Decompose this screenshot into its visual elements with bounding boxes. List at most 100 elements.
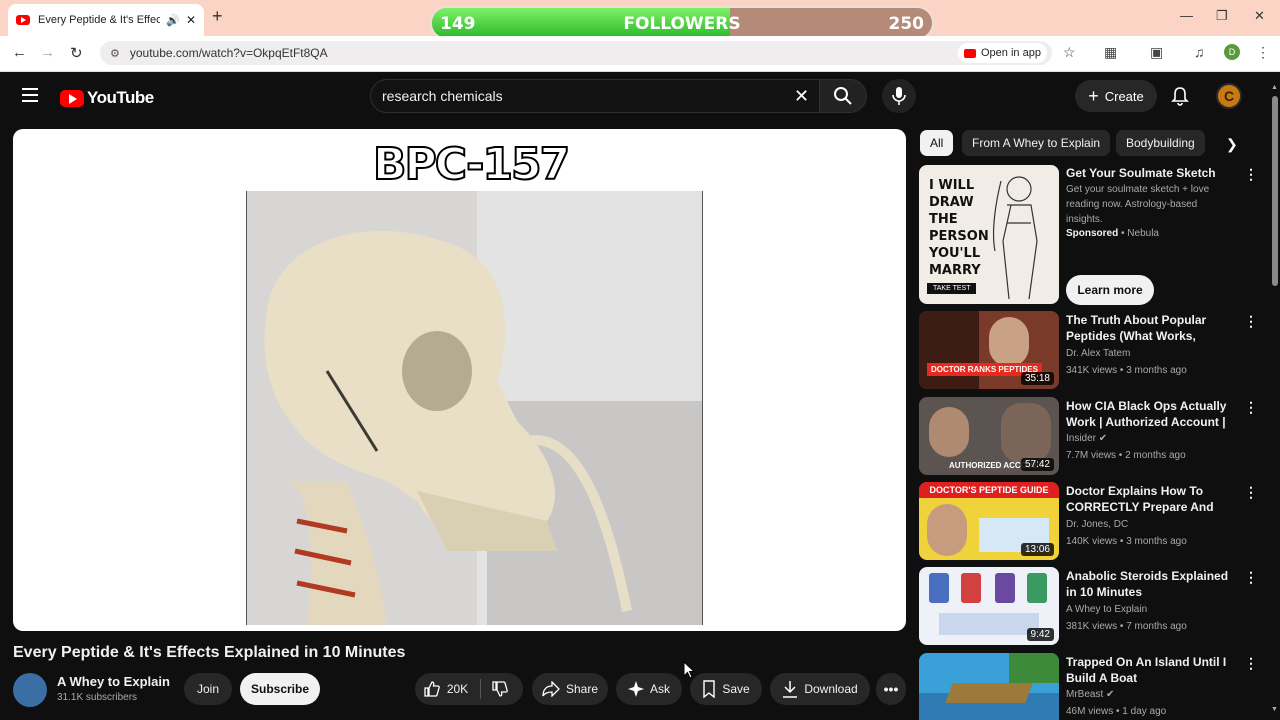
video-meta: 46M views • 1 day ago (1066, 706, 1167, 717)
youtube-logo-text: YouTube (87, 88, 154, 107)
share-button[interactable]: Share (532, 673, 608, 705)
video-menu-icon[interactable]: ⋮ (1244, 655, 1258, 672)
channel-name[interactable]: Insider ✔ (1066, 433, 1107, 444)
search-icon (834, 87, 852, 105)
scroll-up-icon[interactable]: ▲ (1271, 84, 1278, 91)
subscribe-button[interactable]: Subscribe (240, 673, 320, 705)
speaker-icon[interactable]: 🔊 (166, 14, 180, 27)
channel-name[interactable]: A Whey to Explain (1066, 604, 1147, 615)
create-label: Create (1104, 88, 1144, 104)
ad-thumbnail-text: I WILL DRAW THE PERSON YOU'LL MARRY (929, 178, 989, 278)
video-menu-icon[interactable]: ⋮ (1244, 313, 1258, 330)
mouse-cursor-icon (683, 661, 695, 679)
video-meta: 140K views • 3 months ago (1066, 536, 1187, 547)
video-duration: 35:18 (1020, 372, 1054, 385)
video-meta: 7.7M views • 2 months ago (1066, 450, 1186, 461)
thumbs-down-icon[interactable] (491, 680, 509, 698)
notifications-button[interactable] (1170, 86, 1190, 111)
create-button[interactable]: + Create (1075, 80, 1157, 112)
video-title-link[interactable]: Anabolic Steroids Explained in 10 Minute… (1066, 568, 1236, 600)
channel-name[interactable]: Dr. Jones, DC (1066, 519, 1128, 530)
new-tab-icon[interactable]: + (212, 6, 223, 27)
video-thumbnail[interactable]: DOCTOR RANKS PEPTIDES 35:18 (919, 311, 1059, 389)
skeleton-image (247, 191, 702, 625)
more-horizontal-icon: ••• (883, 681, 899, 697)
like-dislike-group[interactable]: 20K (415, 673, 523, 705)
window-close-icon[interactable]: ✕ (1254, 8, 1265, 24)
video-frame[interactable] (246, 191, 703, 625)
video-thumbnail[interactable]: AUTHORIZED ACCOUNT 57:42 (919, 397, 1059, 475)
video-title-link[interactable]: How CIA Black Ops Actually Work | Author… (1066, 398, 1236, 432)
account-avatar[interactable]: C (1216, 83, 1242, 109)
chip-all[interactable]: All (920, 130, 954, 156)
chip-from-channel[interactable]: From A Whey to Explain (962, 130, 1111, 156)
youtube-logo[interactable]: YouTube (60, 88, 154, 108)
chevron-right-icon[interactable]: ❯ (1226, 136, 1238, 153)
bookmark-star-icon[interactable]: ☆ (1063, 44, 1076, 61)
tab-close-icon[interactable]: ✕ (186, 13, 196, 27)
search-input[interactable] (382, 88, 762, 104)
video-menu-icon[interactable]: ⋮ (1244, 484, 1258, 501)
url-field[interactable]: ⚙ youtube.com/watch?v=OkpqEtFt8QA (100, 41, 1052, 65)
voice-search-button[interactable] (882, 79, 916, 113)
channel-name[interactable]: MrBeast ✔ (1066, 689, 1114, 700)
hamburger-menu-icon[interactable] (22, 88, 38, 106)
video-thumbnail[interactable] (919, 653, 1059, 720)
ad-menu-icon[interactable]: ⋮ (1244, 166, 1258, 183)
minimize-icon[interactable]: — (1180, 8, 1193, 23)
site-info-icon[interactable]: ⚙ (110, 47, 120, 60)
ask-button[interactable]: Ask (616, 673, 682, 705)
microphone-icon (892, 87, 906, 105)
media-control-icon[interactable]: ♫ (1194, 44, 1205, 60)
back-icon[interactable]: ← (12, 44, 27, 61)
video-overlay-title: BPC-157 (372, 138, 571, 191)
learn-more-button[interactable]: Learn more (1066, 275, 1154, 305)
verified-icon: ✔ (1098, 433, 1108, 444)
save-button[interactable]: Save (690, 673, 762, 705)
join-button[interactable]: Join (184, 673, 232, 705)
video-player[interactable]: BPC-157 (13, 129, 906, 631)
video-thumbnail[interactable]: DOCTOR'S PEPTIDE GUIDE 13:06 (919, 482, 1059, 560)
channel-avatar[interactable] (13, 673, 47, 707)
like-divider (480, 679, 482, 699)
ad-thumbnail[interactable]: I WILL DRAW THE PERSON YOU'LL MARRY TAKE… (919, 165, 1059, 304)
browser-profile-avatar[interactable]: D (1224, 44, 1240, 60)
chip-bodybuilding[interactable]: Bodybuilding (1116, 130, 1205, 156)
scrollbar-thumb[interactable] (1272, 96, 1278, 286)
open-in-app-button[interactable]: Open in app (958, 43, 1047, 63)
open-in-app-label: Open in app (981, 47, 1041, 59)
video-title-link[interactable]: Doctor Explains How To CORRECTLY Prepare… (1066, 483, 1236, 517)
thumbs-up-icon[interactable] (423, 680, 441, 698)
video-title-link[interactable]: Trapped On An Island Until I Build A Boa… (1066, 654, 1236, 686)
ad-description: Get your soulmate sketch + love reading … (1066, 184, 1210, 225)
reload-icon[interactable]: ↻ (70, 44, 83, 62)
browser-menu-icon[interactable]: ⋮ (1256, 44, 1270, 61)
extensions-icon[interactable]: ▦ (1104, 44, 1117, 61)
share-label: Share (565, 682, 599, 696)
search-button[interactable] (819, 79, 867, 113)
followers-progress-bar: 149 FOLLOWERS 250 (430, 6, 934, 40)
ad-title[interactable]: Get Your Soulmate Sketch (1066, 166, 1216, 180)
ask-label: Ask (649, 682, 670, 696)
clear-search-icon[interactable]: ✕ (794, 86, 809, 107)
browser-tab[interactable]: Every Peptide & It's Effects E 🔊 ✕ (8, 4, 204, 36)
channel-name[interactable]: A Whey to Explain (57, 674, 170, 689)
video-menu-icon[interactable]: ⋮ (1244, 399, 1258, 416)
video-title-link[interactable]: The Truth About Popular Peptides (What W… (1066, 312, 1236, 346)
video-title: Every Peptide & It's Effects Explained i… (13, 644, 406, 661)
channel-name-text: MrBeast (1066, 689, 1104, 700)
cast-icon[interactable]: ▣ (1150, 44, 1163, 61)
forward-icon[interactable]: → (40, 44, 55, 61)
video-menu-icon[interactable]: ⋮ (1244, 569, 1258, 586)
video-duration: 13:06 (1020, 543, 1054, 556)
video-thumbnail[interactable]: 9:42 (919, 567, 1059, 645)
download-button[interactable]: Download (770, 673, 870, 705)
more-actions-button[interactable]: ••• (876, 673, 906, 705)
subscriber-count: 31.1K subscribers (57, 692, 138, 703)
followers-label: FOLLOWERS (623, 14, 741, 34)
channel-name[interactable]: Dr. Alex Tatem (1066, 348, 1130, 359)
tab-title: Every Peptide & It's Effects E (38, 14, 161, 26)
scroll-down-icon[interactable]: ▼ (1271, 706, 1278, 713)
restore-icon[interactable]: ❐ (1216, 8, 1228, 24)
plus-icon: + (1088, 85, 1099, 106)
